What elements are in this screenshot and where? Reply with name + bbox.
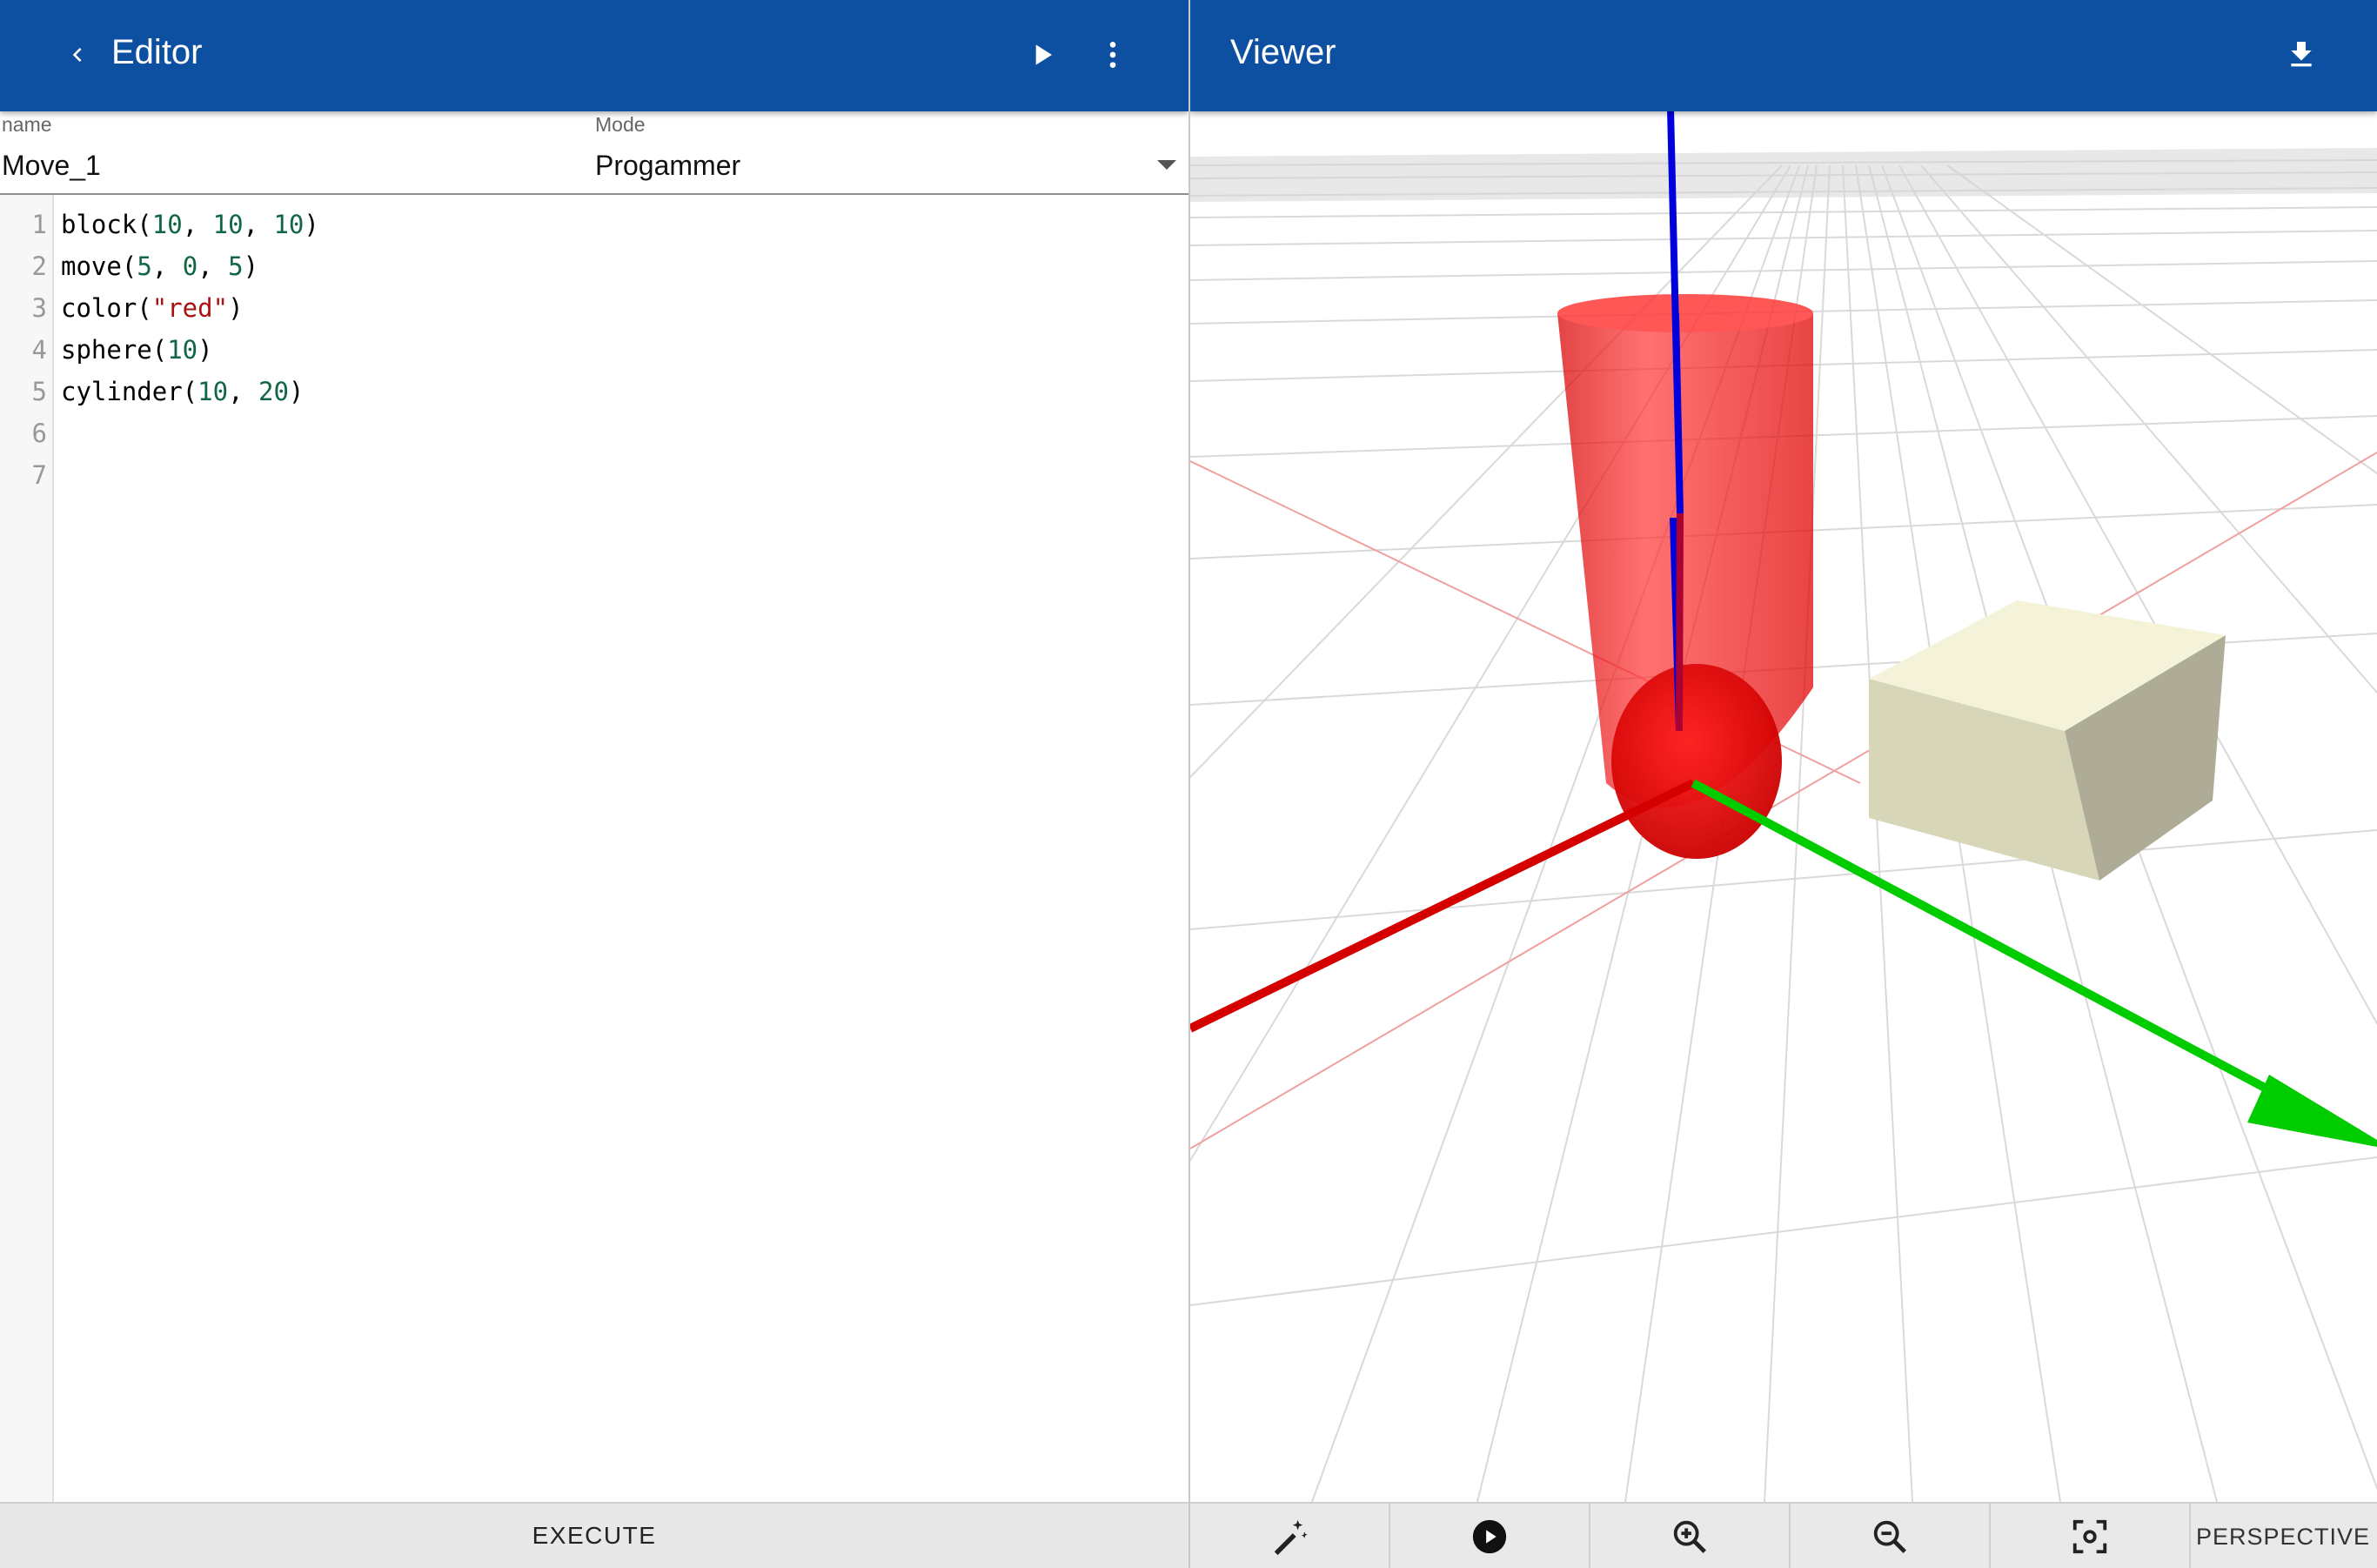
code-line[interactable]: 7: [0, 454, 1188, 496]
red-sphere-object: [1611, 664, 1782, 859]
code-line[interactable]: 5 cylinder(10, 20): [0, 371, 1188, 412]
line-number: 3: [31, 293, 47, 323]
code-line[interactable]: 1 block(10, 10, 10): [0, 204, 1188, 245]
animate-button[interactable]: [1390, 1504, 1590, 1568]
block-object: [1869, 600, 2226, 881]
execute-button[interactable]: EXECUTE: [0, 1502, 1188, 1568]
code-line[interactable]: 6: [0, 412, 1188, 454]
editor-pane: Editor name Move_1 Mode Progammer 1 bloc…: [0, 0, 1188, 1568]
line-number: 6: [31, 419, 47, 448]
editor-title: Editor: [111, 33, 203, 71]
chevron-left-icon: [72, 48, 82, 62]
download-button[interactable]: [2273, 26, 2330, 84]
more-vert-icon: [1109, 42, 1116, 68]
projection-select[interactable]: PERSPECTIVE: [2191, 1504, 2377, 1568]
line-number: 1: [31, 210, 47, 239]
pane-divider[interactable]: [1188, 0, 1190, 1568]
line-number: 2: [31, 251, 47, 281]
download-icon: [2291, 42, 2312, 67]
line-number: 4: [31, 335, 47, 365]
code-line[interactable]: 2 move(5, 0, 5): [0, 245, 1188, 287]
code-text: cylinder(10, 20): [61, 377, 305, 406]
viewer-app-bar: Viewer: [1190, 0, 2377, 111]
zoom-out-icon: [1873, 1520, 1906, 1553]
zoom-in-button[interactable]: [1590, 1504, 1791, 1568]
line-number: 7: [31, 460, 47, 490]
viewer-pane: Viewer PERSPECTIVE: [1190, 0, 2377, 1568]
back-button[interactable]: [49, 26, 106, 84]
magic-wand-icon: [1274, 1519, 1308, 1556]
viewer-title: Viewer: [1230, 33, 1336, 71]
zoom-in-icon: [1673, 1520, 1706, 1553]
mode-label: Mode: [595, 113, 646, 136]
code-text: color("red"): [61, 293, 244, 323]
viewer-toolbar: PERSPECTIVE: [1190, 1502, 2377, 1568]
more-options-button[interactable]: [1084, 26, 1142, 84]
fit-view-button[interactable]: [1991, 1504, 2191, 1568]
code-line[interactable]: 4 sphere(10): [0, 329, 1188, 371]
name-label: name: [2, 113, 52, 136]
mode-select[interactable]: Progammer: [595, 150, 740, 182]
mode-dropdown-caret-icon[interactable]: [1157, 160, 1176, 170]
3d-viewport[interactable]: [1190, 0, 2377, 1502]
auto-fix-button[interactable]: [1190, 1504, 1390, 1568]
editor-app-bar: Editor: [0, 0, 1188, 111]
name-field[interactable]: Move_1: [2, 150, 101, 182]
code-line[interactable]: 3 color("red"): [0, 287, 1188, 329]
center-focus-icon: [2072, 1519, 2107, 1554]
code-text: move(5, 0, 5): [61, 251, 259, 281]
line-number: 5: [31, 377, 47, 406]
play-icon: [1035, 44, 1052, 65]
code-text: sphere(10): [61, 335, 213, 365]
editor-meta-row: name Move_1 Mode Progammer: [0, 111, 1188, 195]
z-axis-inner: [1676, 513, 1684, 732]
run-button[interactable]: [1014, 26, 1072, 84]
zoom-out-button[interactable]: [1791, 1504, 1991, 1568]
y-axis-arrowhead: [2247, 1075, 2377, 1147]
projection-label: PERSPECTIVE: [2196, 1523, 2371, 1550]
code-text: block(10, 10, 10): [61, 210, 319, 239]
play-circle-icon: [1472, 1519, 1507, 1554]
code-editor[interactable]: 1 block(10, 10, 10) 2 move(5, 0, 5) 3 co…: [0, 195, 1188, 1502]
x-axis: [1190, 779, 1696, 1033]
